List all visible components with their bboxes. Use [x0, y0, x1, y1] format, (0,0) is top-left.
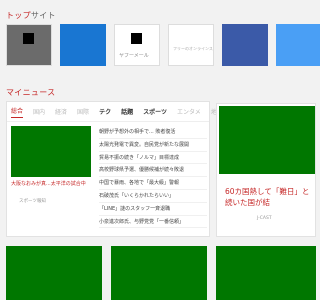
headline-item[interactable]: 高校野球県予選、優勝候補が続々敗退	[99, 164, 207, 178]
headline-item[interactable]: 小泉進次郎氏、与野党党「一番信頼」	[99, 216, 207, 229]
side-news-image[interactable]	[219, 106, 315, 174]
news-tile-image[interactable]	[6, 246, 102, 300]
site-logo-icon	[131, 33, 142, 44]
side-news-headline[interactable]: 60カ国熱して「難日」と続いた国が結	[225, 186, 313, 208]
top-site-tile[interactable]	[222, 24, 268, 66]
headline-item[interactable]: 貿易不振の続き「ノルマ」目標達成	[99, 152, 207, 165]
top-site-label: フリーのオンラインストレージ	[173, 46, 213, 51]
tab-domestic[interactable]: 国内	[33, 107, 45, 116]
headline-item[interactable]: 中国で暴雨、各地で「最大級」警報	[99, 177, 207, 190]
news-card: 総合 国内 経済 国際 テク 話題 スポーツ エンタメ 地域 大阪なおみが真..…	[6, 101, 223, 237]
headline-item[interactable]: 石破茂氏「いくらかれたらいい」	[99, 190, 207, 203]
tab-international[interactable]: 国際	[77, 107, 89, 116]
headline-item[interactable]: 太陽光発電で異変。自民党が新たな展開	[99, 139, 207, 152]
top-sites-title-accent: トップ	[6, 11, 31, 20]
top-sites-grid: ヤフーメール フリーのオンラインストレージ	[6, 24, 320, 66]
my-news-title: マイニュース	[6, 88, 56, 97]
headline-item[interactable]: 「LINE」謎のスタッフ一斉退職	[99, 203, 207, 216]
feature-headline[interactable]: 大阪なおみが真...太平洋の試合中	[11, 181, 93, 188]
headline-item[interactable]: 朝野が予想外の相手で... 敗者復活	[99, 126, 207, 139]
top-site-label: ヤフーメール	[119, 53, 149, 59]
side-news-source: J-CAST	[257, 216, 272, 221]
feature-image[interactable]	[11, 126, 91, 177]
tab-sports[interactable]: スポーツ	[143, 107, 167, 116]
side-news-card[interactable]: 60カ国熱して「難日」と続いた国が結 J-CAST	[216, 103, 316, 237]
tab-topics[interactable]: 話題	[121, 107, 133, 116]
site-logo-icon	[23, 33, 34, 44]
top-site-tile[interactable]	[60, 24, 106, 66]
news-tile-image[interactable]	[111, 246, 207, 300]
top-sites-title: トップサイト	[6, 10, 56, 21]
top-site-tile[interactable]	[6, 24, 52, 66]
tab-tech[interactable]: テク	[99, 107, 111, 116]
tab-entertainment[interactable]: エンタメ	[177, 107, 201, 116]
headline-list: 朝野が予想外の相手で... 敗者復活 太陽光発電で異変。自民党が新たな展開 貿易…	[99, 126, 207, 229]
top-site-tile[interactable]: フリーのオンラインストレージ	[168, 24, 214, 66]
news-tile-image[interactable]	[216, 246, 316, 300]
top-sites-title-rest: サイト	[30, 11, 56, 20]
top-site-tile[interactable]: ヤフーメール	[114, 24, 160, 66]
tab-general[interactable]: 総合	[11, 106, 24, 118]
top-site-tile[interactable]	[276, 24, 320, 66]
news-tabs: 総合 国内 経済 国際 テク 話題 スポーツ エンタメ 地域	[7, 102, 223, 122]
feature-source: スポーツ報知	[19, 199, 46, 204]
tab-economy[interactable]: 経済	[55, 107, 67, 116]
